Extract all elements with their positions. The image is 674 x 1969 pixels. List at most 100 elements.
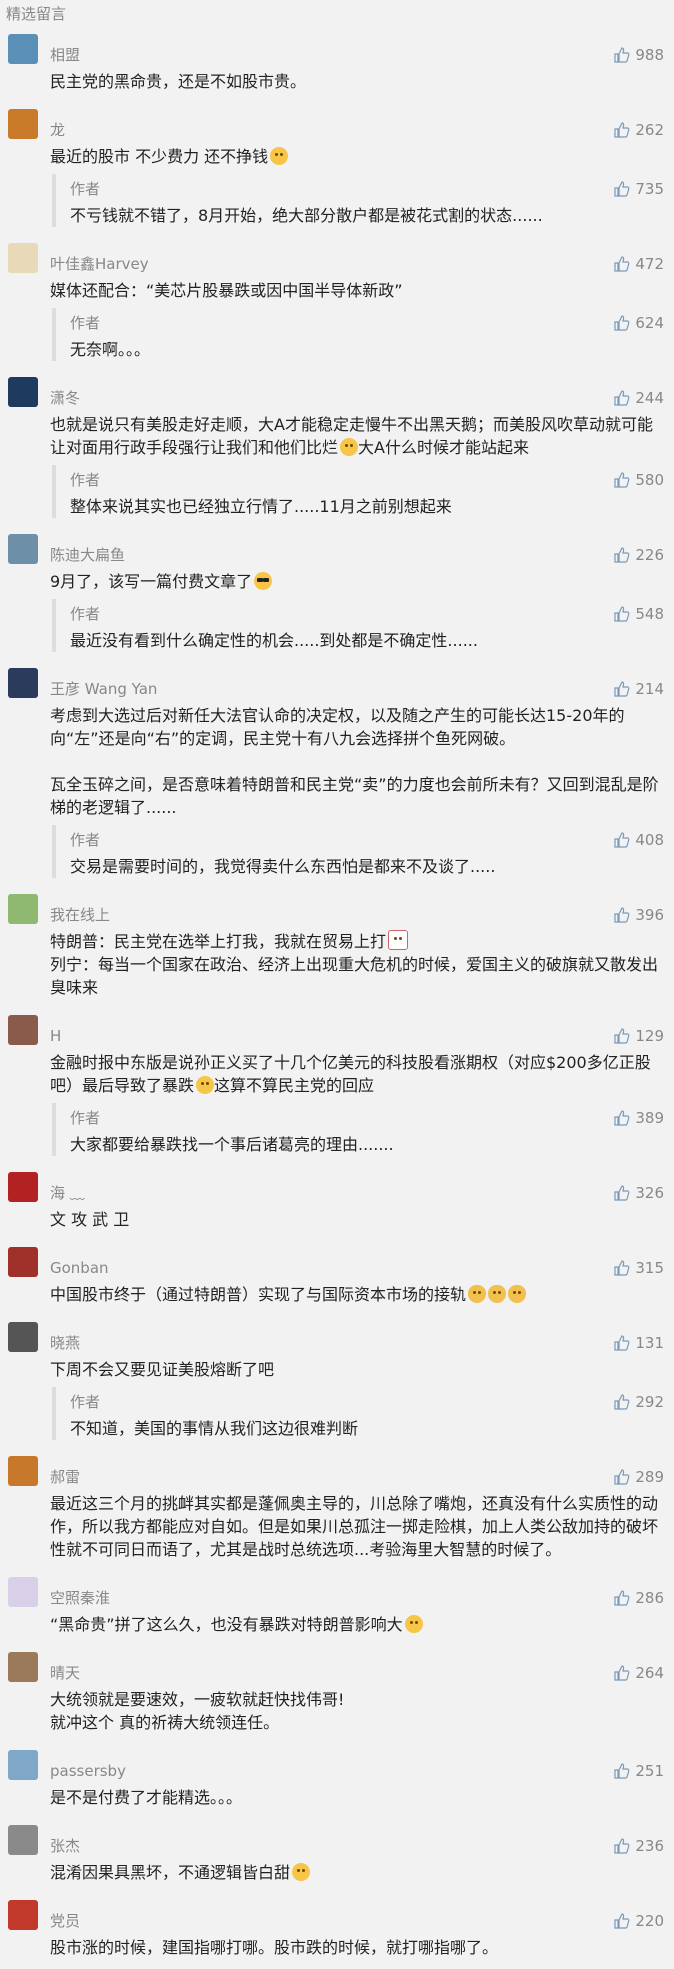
thumbs-up-icon [614,1260,630,1276]
reply-text: 大家都要给暴跌找一个事后诸葛亮的理由....... [70,1135,394,1154]
like-button[interactable]: 214 [614,674,664,704]
like-count: 220 [635,1912,664,1930]
reply-like-count: 292 [635,1393,664,1411]
commenter-name: 相盟 [50,46,81,64]
like-button[interactable]: 226 [614,540,664,570]
commenter-name: 我在线上 [50,906,111,924]
reply-meta: 作者 389 [70,1103,664,1133]
comment-item: 郝雷 289 最近这三个月的挑衅其实都是蓬佩奥主导的，川总除了嘴炮，还真没有什么实… [0,1450,674,1571]
avatar[interactable] [8,377,38,407]
comment-text: 民主党的黑命贵，还是不如股市贵。 [50,72,307,91]
emoji-icon [388,930,409,950]
avatar[interactable] [8,34,38,64]
comment-item: 张杰 236 混淆因果具黑坏，不通逻辑皆白甜 [0,1819,674,1894]
reply-like-button[interactable]: 292 [614,1387,664,1417]
reply-author: 作者 [70,471,101,489]
avatar[interactable] [8,1172,38,1202]
reply-author: 作者 [70,314,101,332]
avatar[interactable] [8,1577,38,1607]
thumbs-up-icon [614,1110,630,1126]
like-button[interactable]: 244 [614,383,664,413]
like-button[interactable]: 129 [614,1021,664,1051]
avatar[interactable] [8,243,38,273]
reply-like-button[interactable]: 624 [614,308,664,338]
comment-meta: 我在线上 396 [50,900,664,930]
like-button[interactable]: 131 [614,1328,664,1358]
thumbs-up-icon [614,256,630,272]
thumbs-up-icon [614,315,630,331]
avatar[interactable] [8,109,38,139]
like-count: 315 [635,1259,664,1277]
reply-like-button[interactable]: 735 [614,174,664,204]
thumbs-up-icon [614,1838,630,1854]
comment-item: 龙 262 最近的股市 不少费力 还不挣钱 作者 735 不亏钱就不错了，8月开始，绝… [0,103,674,237]
comment-text: 考虑到大选过后对新任大法官认命的决定权，以及随之产生的可能长达15-20年的向“… [50,706,659,817]
commenter-name: 王彦 Wang Yan [50,680,158,698]
comment-text: 是不是付费了才能精选。。。 [50,1788,243,1807]
comment-item: 晓燕 131 下周不会又要见证美股熔断了吧 作者 292 不知道，美国的事情从我们这边… [0,1316,674,1450]
like-count: 326 [635,1184,664,1202]
comment-text: 下周不会又要见证美股熔断了吧 [50,1360,275,1379]
like-button[interactable]: 396 [614,900,664,930]
author-reply: 作者 548 最近没有看到什么确定性的机会.....到处都是不确定性...... [52,599,664,652]
thumbs-up-icon [614,1335,630,1351]
avatar[interactable] [8,1015,38,1045]
reply-like-count: 408 [635,831,664,849]
thumbs-up-icon [614,1394,630,1410]
like-button[interactable]: 264 [614,1658,664,1688]
like-button[interactable]: 251 [614,1756,664,1786]
like-button[interactable]: 289 [614,1462,664,1492]
comment-item: 海 ﹏ 326 文 攻 武 卫 [0,1166,674,1241]
avatar[interactable] [8,1750,38,1780]
comment-text: 大统领就是要速效，一疲软就赶快找伟哥! 就冲这个 真的祈祷大统领连任。 [50,1690,345,1732]
like-count: 251 [635,1762,664,1780]
like-count: 472 [635,255,664,273]
commenter-name: 晴天 [50,1664,81,1682]
comment-item: 王彦 Wang Yan 214 考虑到大选过后对新任大法官认命的决定权，以及随之产… [0,662,674,888]
comment-meta: 陈迪大扁鱼 226 [50,540,664,570]
like-button[interactable]: 326 [614,1178,664,1208]
like-button[interactable]: 472 [614,249,664,279]
thumbs-up-icon [614,122,630,138]
avatar[interactable] [8,1456,38,1486]
avatar[interactable] [8,894,38,924]
avatar[interactable] [8,534,38,564]
like-count: 131 [635,1334,664,1352]
avatar[interactable] [8,1652,38,1682]
thumbs-up-icon [614,1028,630,1044]
emoji-icon [488,1285,507,1303]
comment-text: 媒体还配合：“美芯片股暴跌或因中国半导体新政” [50,281,403,300]
reply-like-button[interactable]: 580 [614,465,664,495]
comment-text: 混淆因果具黑坏，不通逻辑皆白甜 [50,1861,664,1884]
avatar[interactable] [8,1322,38,1352]
like-button[interactable]: 286 [614,1583,664,1613]
avatar[interactable] [8,668,38,698]
reply-like-button[interactable]: 548 [614,599,664,629]
thumbs-up-icon [614,547,630,563]
avatar[interactable] [8,1900,38,1930]
like-count: 286 [635,1589,664,1607]
like-button[interactable]: 315 [614,1253,664,1283]
comment-text: 股市涨的时候，建国指哪打哪。股市跌的时候，就打哪指哪了。 [50,1938,499,1957]
reply-author: 作者 [70,605,101,623]
thumbs-up-icon [614,832,630,848]
comment-item: 潇冬 244 也就是说只有美股走好走顺，大A才能稳定走慢牛不出黑天鹅；而美股风吹草… [0,371,674,528]
commenter-name: 龙 [50,121,66,139]
commenter-name: Gonban [50,1259,109,1277]
reply-like-button[interactable]: 389 [614,1103,664,1133]
comment-meta: 空照秦淮 286 [50,1583,664,1613]
reply-meta: 作者 292 [70,1387,664,1417]
reply-meta: 作者 735 [70,174,664,204]
thumbs-up-icon [614,1763,630,1779]
avatar[interactable] [8,1247,38,1277]
commenter-name: 空照秦淮 [50,1589,111,1607]
avatar[interactable] [8,1825,38,1855]
like-button[interactable]: 236 [614,1831,664,1861]
reply-text: 不亏钱就不错了，8月开始，绝大部分散户都是被花式割的状态...... [70,206,543,225]
like-button[interactable]: 220 [614,1906,664,1936]
thumbs-up-icon [614,1590,630,1606]
like-button[interactable]: 988 [614,40,664,70]
reply-like-count: 735 [635,180,664,198]
like-button[interactable]: 262 [614,115,664,145]
reply-like-button[interactable]: 408 [614,825,664,855]
